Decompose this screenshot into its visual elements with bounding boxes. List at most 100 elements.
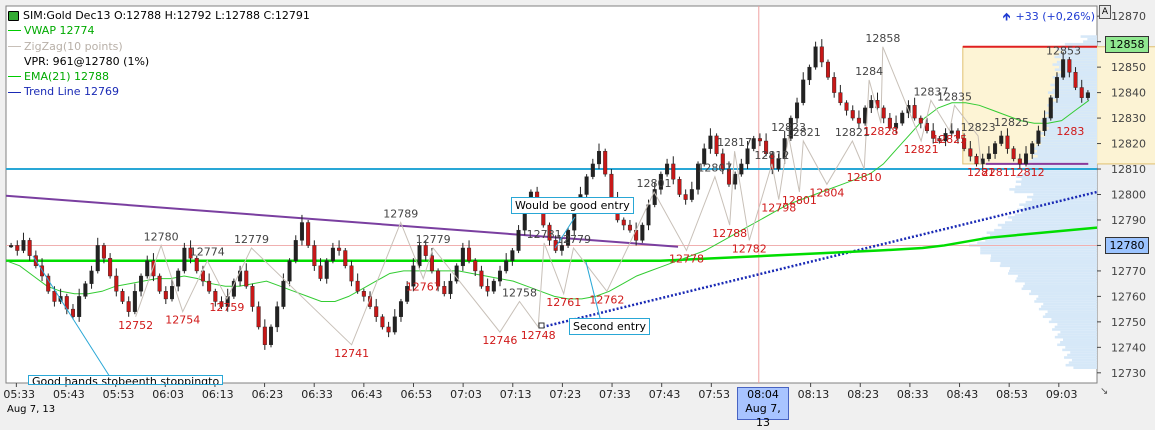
candle-body: [795, 102, 800, 119]
resize-icon[interactable]: ↘: [1100, 386, 1108, 397]
volume-bar: [1045, 116, 1097, 120]
candle-body: [968, 148, 973, 157]
y-tick-label: 12850: [1111, 61, 1146, 74]
candle-body: [1073, 72, 1078, 88]
swing-label: 1284: [855, 65, 883, 78]
swing-label: 12748: [521, 329, 556, 342]
volume-bar: [980, 249, 1097, 252]
candle-body: [832, 77, 837, 93]
candle-body: [745, 148, 750, 165]
swing-label: 12761: [546, 296, 581, 309]
time-cursor-date: Aug 7, 13: [745, 402, 781, 429]
legend-vpr[interactable]: VPR: 961@12780 (1%): [8, 54, 310, 69]
volume-bar: [1014, 190, 1097, 194]
volume-bar: [1014, 213, 1097, 217]
y-tick-label: 12760: [1111, 290, 1146, 303]
volume-bar: [1023, 284, 1097, 288]
candle-body: [708, 135, 713, 149]
ema-swatch: [8, 76, 21, 78]
candle-body: [993, 143, 998, 154]
candle-body: [429, 255, 434, 272]
volume-bar: [1048, 109, 1097, 112]
volume-bar: [1048, 320, 1097, 324]
y-tick-label: 12810: [1111, 163, 1146, 176]
candle-body: [603, 150, 608, 175]
swing-label: 12758: [502, 286, 537, 299]
candle-body: [330, 247, 335, 261]
volume-bar: [999, 264, 1097, 268]
x-tick-label: 08:53: [996, 388, 1028, 401]
x-tick-label: 07:43: [649, 388, 681, 401]
candle-body: [299, 222, 304, 241]
volume-bar: [1030, 290, 1097, 293]
candle-body: [999, 135, 1004, 144]
volume-bar: [1059, 78, 1097, 82]
legend-zigzag[interactable]: ZigZag(10 points): [8, 39, 310, 54]
volume-bar: [1070, 351, 1097, 354]
volume-bar: [1009, 269, 1097, 273]
candle-body: [1079, 87, 1084, 98]
volume-bar: [1021, 211, 1097, 214]
date-label: Aug 7, 13: [7, 404, 56, 415]
volume-bar: [990, 259, 1097, 263]
volume-bar: [1038, 295, 1097, 298]
x-tick-label: 08:33: [897, 388, 929, 401]
volume-bar: [1050, 114, 1097, 117]
candle-body: [89, 270, 94, 284]
candle-body: [671, 163, 676, 180]
candle-body: [491, 280, 496, 292]
x-tick-label: 06:53: [400, 388, 432, 401]
annotation-good-entry[interactable]: Would be good entry: [511, 197, 634, 214]
legend-vwap[interactable]: VWAP 12774: [8, 23, 310, 38]
volume-bar: [1054, 93, 1097, 97]
candle-body: [1042, 117, 1047, 132]
annotation-second-entry[interactable]: Second entry: [569, 318, 651, 335]
y-tick-label: 12790: [1111, 214, 1146, 227]
candle-body: [139, 275, 144, 292]
swing-label: 12779: [416, 233, 451, 246]
swing-label: 12782: [732, 242, 767, 255]
candle-body: [733, 173, 738, 185]
candle-body: [281, 280, 286, 307]
legend-ema[interactable]: EMA(21) 12788: [8, 69, 310, 84]
font-size-icon[interactable]: A: [1099, 5, 1111, 19]
volume-bar: [1071, 358, 1097, 362]
volume-bar: [1007, 216, 1097, 219]
candle-body: [584, 176, 589, 195]
volume-bar: [1067, 353, 1097, 357]
x-tick-label: 06:03: [152, 388, 184, 401]
swing-label: 12825: [994, 116, 1029, 129]
candle-body: [423, 245, 428, 256]
candle-body: [559, 245, 564, 251]
swing-label: 1283: [1056, 125, 1084, 138]
candle-body: [850, 110, 855, 119]
y-tick-label: 12820: [1111, 138, 1146, 151]
volume-bar: [1083, 40, 1097, 43]
volume-bar: [1009, 188, 1097, 191]
candle-body: [318, 265, 323, 279]
volume-bar: [1062, 348, 1097, 352]
volume-bar: [990, 256, 1097, 260]
volume-bar: [980, 246, 1097, 250]
performance-indicator: 🡹 +33 (+0,26%): [1003, 8, 1095, 27]
volume-bar: [1023, 205, 1097, 209]
y-tick-label: 12730: [1111, 367, 1146, 380]
candle-body: [516, 229, 521, 251]
candle-body: [126, 301, 131, 312]
candle-body: [244, 270, 249, 287]
price-badge-upper: 12858: [1105, 36, 1149, 53]
candle-body: [1067, 59, 1072, 73]
annotation-bottom-note[interactable]: Good hands stobeenth stoppingto: [28, 375, 224, 385]
legend-trendline[interactable]: Trend Line 12769: [8, 84, 310, 99]
candle-body: [256, 306, 261, 328]
volume-bar: [1065, 363, 1097, 367]
x-tick-label: 07:03: [450, 388, 482, 401]
candle-body: [1005, 135, 1010, 149]
candle-body: [640, 224, 645, 241]
candle-body: [442, 286, 447, 295]
x-tick-label: 08:43: [947, 388, 979, 401]
volume-bar: [1031, 152, 1097, 156]
candle-body: [380, 316, 385, 328]
vwap-swatch: [8, 30, 21, 32]
volume-bar: [1047, 310, 1097, 313]
